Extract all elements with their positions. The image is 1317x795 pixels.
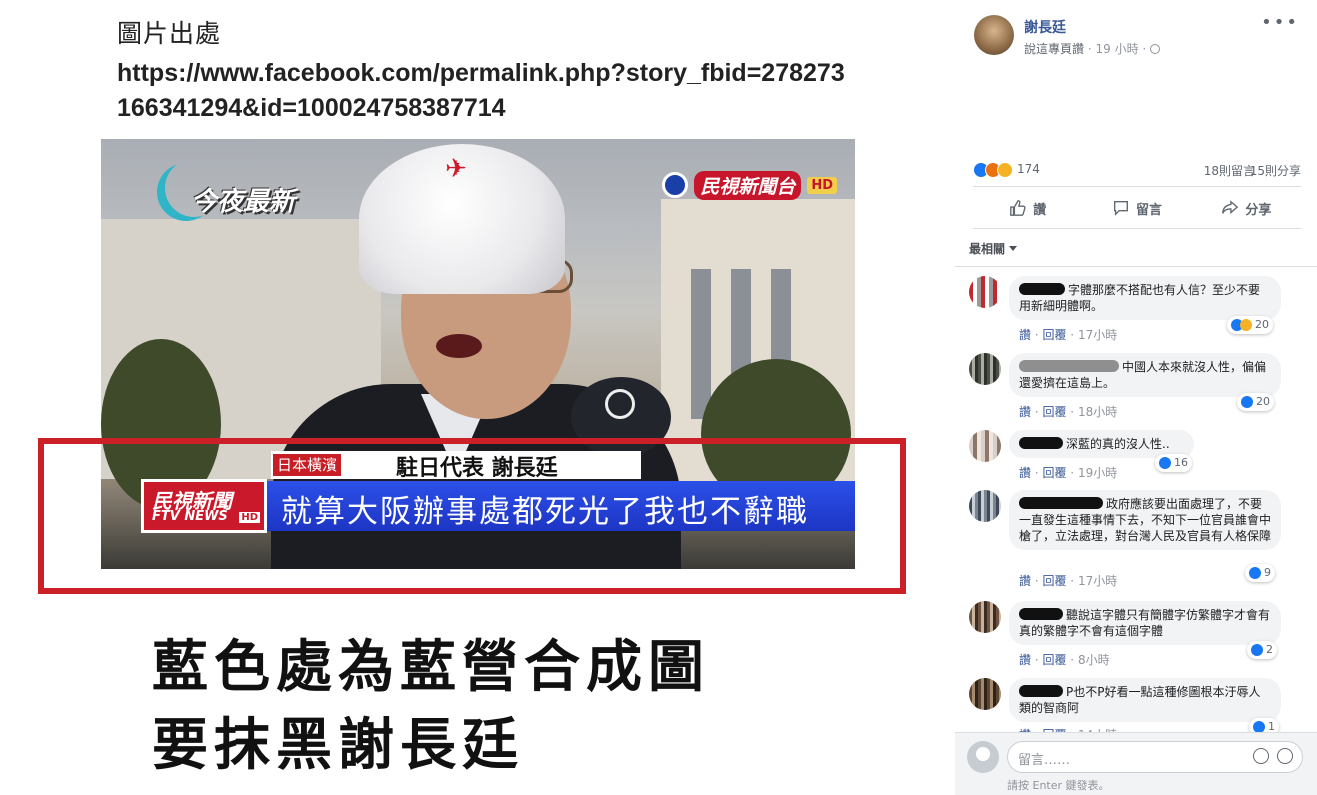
comment-bubble: 中國人本來就沒人性，偏偏還愛擠在這島上。 [1009, 353, 1281, 397]
sticker-icon[interactable] [1277, 748, 1293, 764]
comment-meta: 讚 · 回覆 · 17小時 [1019, 574, 1118, 588]
comment-meta: 讚 · 回覆 · 17小時 [1019, 328, 1118, 342]
commenter-avatar[interactable] [969, 353, 1001, 385]
source-url: https://www.facebook.com/permalink.php?s… [117, 59, 845, 122]
like-icon [1249, 567, 1261, 579]
comment-time[interactable]: 17小時 [1078, 328, 1117, 342]
ftv-eye-icon [662, 172, 689, 198]
comment-bubble: 聽說這字體只有簡體字仿繁體字才會有 真的繁體字不會有這個字體 [1009, 601, 1281, 645]
highlight-frame [38, 438, 906, 594]
comment-reactions[interactable]: 16 [1155, 454, 1192, 472]
post-actions: 讚 留言 分享 [973, 188, 1301, 229]
thumbs-up-icon [1010, 200, 1026, 216]
like-button[interactable]: 讚 [973, 188, 1082, 228]
tonight-badge: 今夜最新 [165, 159, 345, 219]
globe-icon [1150, 44, 1161, 54]
commenter-name-redacted[interactable] [1019, 685, 1063, 697]
comment-meta: 讚 · 回覆 · 8小時 [1019, 653, 1110, 667]
comment-reply-link[interactable]: 回覆 [1042, 328, 1066, 342]
haha-icon [1240, 319, 1252, 331]
commenter-avatar[interactable] [969, 601, 1001, 633]
comment-sort-dropdown[interactable]: 最相關 [969, 240, 1018, 257]
commenter-name-redacted[interactable] [1019, 360, 1119, 372]
like-icon [1241, 396, 1253, 408]
like-icon [1251, 644, 1263, 656]
share-button[interactable]: 分享 [1192, 188, 1301, 228]
commenter-avatar[interactable] [969, 678, 1001, 710]
comment-count[interactable]: 18則留言 [1204, 162, 1255, 179]
comment-bubble: 字體那麼不搭配也有人信？至少不要用新細明體啊。 [1009, 276, 1281, 320]
commenter-name-redacted[interactable] [1019, 437, 1063, 449]
comment-composer: 留言…… 請按 Enter 鍵發表。 [955, 732, 1317, 795]
commenter-avatar[interactable] [969, 430, 1001, 462]
channel-logo: 民視新聞台 HD [662, 170, 837, 200]
divider [955, 266, 1317, 267]
comment-reactions[interactable]: 20 [1227, 316, 1273, 334]
author-avatar[interactable] [974, 15, 1014, 55]
comment-meta: 讚 · 回覆 · 18小時 [1019, 405, 1118, 419]
comment-button[interactable]: 留言 [1082, 188, 1191, 228]
viewer-avatar [967, 741, 999, 773]
helmet: ✈ [359, 144, 565, 294]
composer-hint: 請按 Enter 鍵發表。 [1007, 779, 1110, 792]
share-icon [1222, 200, 1239, 214]
commenter-name-redacted[interactable] [1019, 283, 1065, 295]
mouth [436, 334, 482, 358]
reaction-count[interactable]: 174 [1017, 162, 1040, 176]
source-label: 圖片出處 [117, 19, 222, 48]
post-time[interactable]: 19 小時 [1095, 42, 1138, 56]
commenter-avatar[interactable] [969, 490, 1001, 522]
helmet-logo-icon: ✈ [445, 154, 467, 184]
comment-reactions[interactable]: 9 [1245, 564, 1275, 582]
commenter-name-redacted[interactable] [1019, 497, 1103, 509]
more-options-icon[interactable]: ••• [1261, 12, 1299, 33]
comment-like-link[interactable]: 讚 [1019, 328, 1031, 342]
reaction-summary: 174 18則留言 15則分享 [973, 158, 1301, 187]
privacy-link[interactable]: 說這專頁讚 [1024, 42, 1084, 56]
caption-line-1: 藍色處為藍營合成圖 [152, 635, 710, 700]
composer-icons [1253, 748, 1293, 764]
shared-image[interactable]: 圖片出處 https://www.facebook.com/permalink.… [0, 0, 955, 794]
caption-line-2: 要抹黑謝長廷 [152, 713, 524, 778]
post-meta: 說這專頁讚 · 19 小時 · [1024, 40, 1161, 57]
comment-meta: 讚 · 回覆 · 19小時 [1019, 466, 1118, 480]
commenter-avatar[interactable] [969, 276, 1001, 308]
commenter-name-redacted[interactable] [1019, 608, 1063, 620]
comment-reactions[interactable]: 20 [1237, 393, 1274, 411]
like-icon [1159, 457, 1171, 469]
wow-reaction-icon [997, 162, 1013, 178]
author-name[interactable]: 謝長廷 [1024, 17, 1066, 37]
caret-down-icon [1009, 246, 1018, 251]
share-count[interactable]: 15則分享 [1250, 162, 1301, 179]
comment-icon [1114, 201, 1128, 216]
comment-reactions[interactable]: 2 [1247, 641, 1277, 659]
post-panel: 謝長廷 說這專頁讚 · 19 小時 · ••• 174 18則留言 15則分享 … [955, 0, 1317, 795]
emoji-icon[interactable] [1253, 748, 1269, 764]
comment-bubble: 政府應該要出面處理了，不要一直發生這種事情下去，不知下一位官員誰會中槍了，立法處… [1009, 490, 1281, 550]
comment-bubble: P也不P好看一點這種修圖根本汙辱人類的智商阿 [1009, 678, 1281, 722]
